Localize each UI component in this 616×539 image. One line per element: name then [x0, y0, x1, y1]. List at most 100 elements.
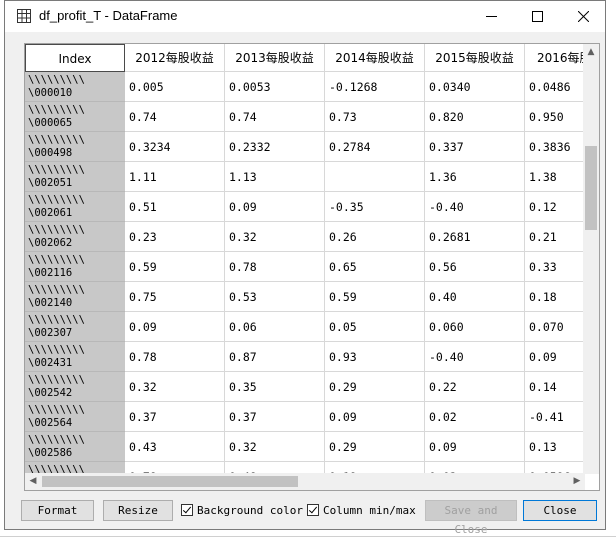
- table-cell[interactable]: 0.51: [125, 192, 225, 222]
- table-cell[interactable]: -0.40: [425, 342, 525, 372]
- table-cell[interactable]: 0.43: [125, 432, 225, 462]
- table-cell[interactable]: 0.78: [225, 252, 325, 282]
- table-cell[interactable]: -0.35: [325, 192, 425, 222]
- table-cell[interactable]: 0.87: [225, 342, 325, 372]
- table-cell[interactable]: 0.40: [425, 282, 525, 312]
- table-cell[interactable]: 0.2332: [225, 132, 325, 162]
- column-header[interactable]: 2015每股收益: [425, 44, 525, 72]
- table-cell[interactable]: 0.23: [125, 222, 225, 252]
- table-cell[interactable]: 0.32: [225, 222, 325, 252]
- table-row[interactable]: \\\\\\\\\ \002307 0.09 0.06 0.05 0.060 0.070: [25, 312, 599, 342]
- row-index-cell[interactable]: \\\\\\\\\ \002062: [25, 222, 125, 252]
- table-cell[interactable]: 0.29: [325, 372, 425, 402]
- table-cell[interactable]: 0.0053: [225, 72, 325, 102]
- column-header[interactable]: 2012每股收益: [125, 44, 225, 72]
- table-cell[interactable]: 0.09: [525, 342, 585, 372]
- checkbox-checked-icon[interactable]: [181, 504, 193, 516]
- column-minmax-checkbox[interactable]: Column min/max: [307, 501, 416, 519]
- table-cell[interactable]: 0.05: [325, 312, 425, 342]
- table-cell[interactable]: 0.59: [325, 282, 425, 312]
- table-cell[interactable]: 0.37: [125, 402, 225, 432]
- table-cell[interactable]: 0.0486: [525, 72, 585, 102]
- table-row[interactable]: \\\\\\\\\ \002586 0.43 0.32 0.29 0.09 0.13: [25, 432, 599, 462]
- table-cell[interactable]: 0.06: [225, 312, 325, 342]
- table-cell[interactable]: 0.02: [425, 402, 525, 432]
- table-cell[interactable]: 0.65: [325, 252, 425, 282]
- table-cell[interactable]: 0.950: [525, 102, 585, 132]
- table-cell[interactable]: 0.74: [225, 102, 325, 132]
- table-cell[interactable]: 0.09: [325, 402, 425, 432]
- table-cell[interactable]: 0.2681: [425, 222, 525, 252]
- scroll-up-icon[interactable]: ▲: [583, 44, 599, 61]
- horizontal-scrollbar[interactable]: ◀ ▶: [25, 473, 585, 490]
- scroll-right-icon[interactable]: ▶: [569, 473, 585, 490]
- table-cell[interactable]: 1.13: [225, 162, 325, 192]
- table-cell[interactable]: -0.40: [425, 192, 525, 222]
- scroll-left-icon[interactable]: ◀: [25, 473, 41, 490]
- table-cell[interactable]: 0.13: [525, 432, 585, 462]
- row-index-cell[interactable]: \\\\\\\\\ \002051: [25, 162, 125, 192]
- table-cell[interactable]: 0.59: [125, 252, 225, 282]
- row-index-cell[interactable]: \\\\\\\\\ \002431: [25, 342, 125, 372]
- table-cell[interactable]: 0.09: [425, 432, 525, 462]
- table-cell[interactable]: 0.12: [525, 192, 585, 222]
- table-cell[interactable]: 1.11: [125, 162, 225, 192]
- table-row[interactable]: \\\\\\\\\ \000065 0.74 0.74 0.73 0.820 0.950: [25, 102, 599, 132]
- table-row[interactable]: \\\\\\\\\ \000010 0.005 0.0053 -0.1268 0.034…: [25, 72, 599, 102]
- table-cell[interactable]: 0.09: [125, 312, 225, 342]
- table-row[interactable]: \\\\\\\\\ \002140 0.75 0.53 0.59 0.40 0.18: [25, 282, 599, 312]
- format-button[interactable]: Format: [21, 500, 94, 521]
- table-cell[interactable]: 0.22: [425, 372, 525, 402]
- table-row[interactable]: \\\\\\\\\ \002061 0.51 0.09 -0.35 -0.40 0.12: [25, 192, 599, 222]
- row-index-cell[interactable]: \\\\\\\\\ \002061: [25, 192, 125, 222]
- table-cell[interactable]: -0.41: [525, 402, 585, 432]
- table-cell[interactable]: 0.56: [425, 252, 525, 282]
- row-index-cell[interactable]: \\\\\\\\\ \002140: [25, 282, 125, 312]
- table-cell[interactable]: 0.005: [125, 72, 225, 102]
- table-cell[interactable]: 0.14: [525, 372, 585, 402]
- table-row[interactable]: \\\\\\\\\ \002051 1.11 1.13 1.36 1.38: [25, 162, 599, 192]
- table-cell[interactable]: 0.32: [225, 432, 325, 462]
- table-row[interactable]: \\\\\\\\\ \002564 0.37 0.37 0.09 0.02 -0.41: [25, 402, 599, 432]
- table-cell[interactable]: 0.3234: [125, 132, 225, 162]
- title-bar[interactable]: df_profit_T - DataFrame: [5, 1, 605, 32]
- table-cell[interactable]: 1.36: [425, 162, 525, 192]
- table-cell[interactable]: 0.74: [125, 102, 225, 132]
- table-row[interactable]: \\\\\\\\\ \002431 0.78 0.87 0.93 -0.40 0.09: [25, 342, 599, 372]
- table-cell[interactable]: 0.53: [225, 282, 325, 312]
- vertical-scrollbar[interactable]: ▲: [583, 44, 599, 474]
- table-row[interactable]: \\\\\\\\\ \002542 0.32 0.35 0.29 0.22 0.14: [25, 372, 599, 402]
- row-index-cell[interactable]: \\\\\\\\\ \000065: [25, 102, 125, 132]
- table-cell[interactable]: 0.0340: [425, 72, 525, 102]
- table-cell[interactable]: 0.75: [125, 282, 225, 312]
- table-cell[interactable]: -0.1268: [325, 72, 425, 102]
- row-index-cell[interactable]: \\\\\\\\\ \002564: [25, 402, 125, 432]
- dataframe-table[interactable]: Index 2012每股收益 2013每股收益 2014每股收益 2015每股收…: [24, 43, 600, 491]
- table-row[interactable]: \\\\\\\\\ \002062 0.23 0.32 0.26 0.2681 0.21: [25, 222, 599, 252]
- table-cell[interactable]: 0.33: [525, 252, 585, 282]
- row-index-cell[interactable]: \\\\\\\\\ \002586: [25, 432, 125, 462]
- checkbox-checked-icon[interactable]: [307, 504, 319, 516]
- index-header[interactable]: Index: [25, 44, 125, 72]
- row-index-cell[interactable]: \\\\\\\\\ \002116: [25, 252, 125, 282]
- table-cell[interactable]: 0.18: [525, 282, 585, 312]
- horizontal-scroll-thumb[interactable]: [42, 476, 298, 487]
- close-button[interactable]: Close: [523, 500, 597, 521]
- table-cell[interactable]: 0.070: [525, 312, 585, 342]
- row-index-cell[interactable]: \\\\\\\\\ \002307: [25, 312, 125, 342]
- save-and-close-button[interactable]: Save and Close: [425, 500, 517, 536]
- table-row[interactable]: \\\\\\\\\ \000498 0.3234 0.2332 0.2784 0.337…: [25, 132, 599, 162]
- column-header[interactable]: 2013每股收益: [225, 44, 325, 72]
- table-cell[interactable]: 0.3836: [525, 132, 585, 162]
- minimize-button[interactable]: [468, 1, 514, 32]
- table-cell[interactable]: 1.38: [525, 162, 585, 192]
- table-cell[interactable]: 0.32: [125, 372, 225, 402]
- background-color-checkbox[interactable]: Background color: [181, 501, 303, 519]
- table-cell[interactable]: 0.060: [425, 312, 525, 342]
- vertical-scroll-thumb[interactable]: [585, 146, 597, 230]
- table-cell[interactable]: 0.35: [225, 372, 325, 402]
- table-cell[interactable]: 0.73: [325, 102, 425, 132]
- table-cell[interactable]: 0.337: [425, 132, 525, 162]
- column-header[interactable]: 2016每股收益: [525, 44, 585, 72]
- close-window-button[interactable]: [560, 1, 606, 32]
